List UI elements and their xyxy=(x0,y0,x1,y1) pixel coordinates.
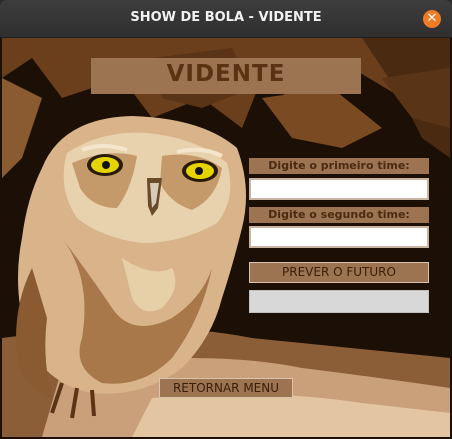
main-content: VIDENTE Digite o primeiro time: Digite o… xyxy=(2,38,450,437)
second-team-label-text: Digite o segundo time: xyxy=(268,208,410,221)
second-team-label: Digite o segundo time: xyxy=(249,207,429,223)
return-menu-button-label: RETORNAR MENU xyxy=(172,381,280,395)
close-icon[interactable]: ✕ xyxy=(423,10,441,28)
first-team-input[interactable] xyxy=(249,178,429,200)
heading-panel: VIDENTE xyxy=(91,58,361,94)
first-team-label: Digite o primeiro time: xyxy=(249,158,429,174)
title-bar[interactable]: SHOW DE BOLA - VIDENTE ✕ xyxy=(0,0,452,38)
window-title: SHOW DE BOLA - VIDENTE xyxy=(130,10,322,25)
prediction-result-field xyxy=(249,290,429,313)
first-team-label-text: Digite o primeiro time: xyxy=(268,159,410,172)
page-title: VIDENTE xyxy=(166,61,286,87)
app-window: SHOW DE BOLA - VIDENTE ✕ VIDENTE Digite … xyxy=(0,0,452,439)
predict-future-button[interactable]: PREVER O FUTURO xyxy=(249,262,429,283)
return-menu-button[interactable]: RETORNAR MENU xyxy=(159,378,293,398)
second-team-input[interactable] xyxy=(249,226,429,248)
predict-future-button-label: PREVER O FUTURO xyxy=(282,265,396,279)
